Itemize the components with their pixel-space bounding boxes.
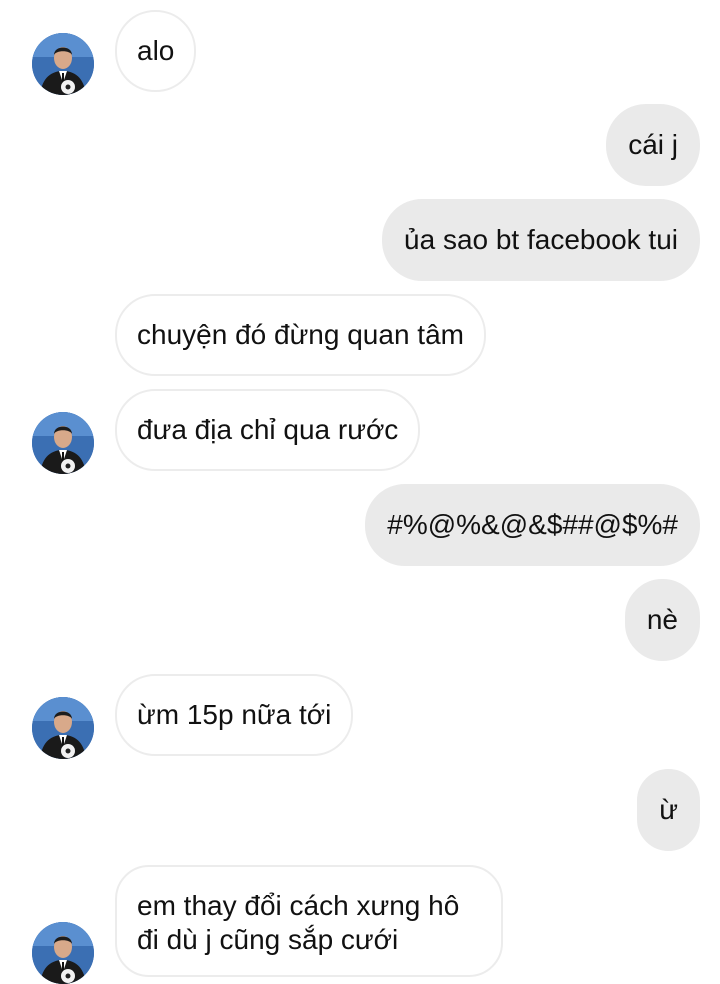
- contact-avatar[interactable]: [32, 697, 94, 759]
- avatar-photo-icon: [32, 412, 94, 474]
- message-line: đi dù j cũng sắp cưới: [137, 924, 399, 955]
- message-bubble-received[interactable]: đưa địa chỉ qua rước: [115, 389, 421, 471]
- message-bubble-received[interactable]: em thay đổi cách xưng hô đi dù j cũng sắ…: [115, 865, 503, 977]
- avatar-photo-icon: [32, 697, 94, 759]
- avatar-photo-icon: [32, 33, 94, 95]
- message-bubble-received[interactable]: ừm 15p nữa tới: [115, 674, 354, 756]
- message-bubble-sent[interactable]: ừ: [637, 769, 700, 851]
- message-line: em thay đổi cách xưng hô: [137, 890, 460, 921]
- contact-avatar[interactable]: [32, 412, 94, 474]
- message-bubble-received[interactable]: chuyện đó đừng quan tâm: [115, 294, 486, 376]
- avatar-photo-icon: [32, 922, 94, 984]
- message-bubble-sent[interactable]: nè: [624, 579, 700, 661]
- message-bubble-sent[interactable]: #%@%&@&$##@$%#: [365, 484, 700, 566]
- message-bubble-sent[interactable]: cái j: [606, 104, 700, 186]
- contact-avatar[interactable]: [32, 33, 94, 95]
- message-bubble-sent[interactable]: ủa sao bt facebook tui: [382, 199, 700, 281]
- contact-avatar[interactable]: [32, 922, 94, 984]
- message-bubble-received[interactable]: alo: [115, 10, 197, 92]
